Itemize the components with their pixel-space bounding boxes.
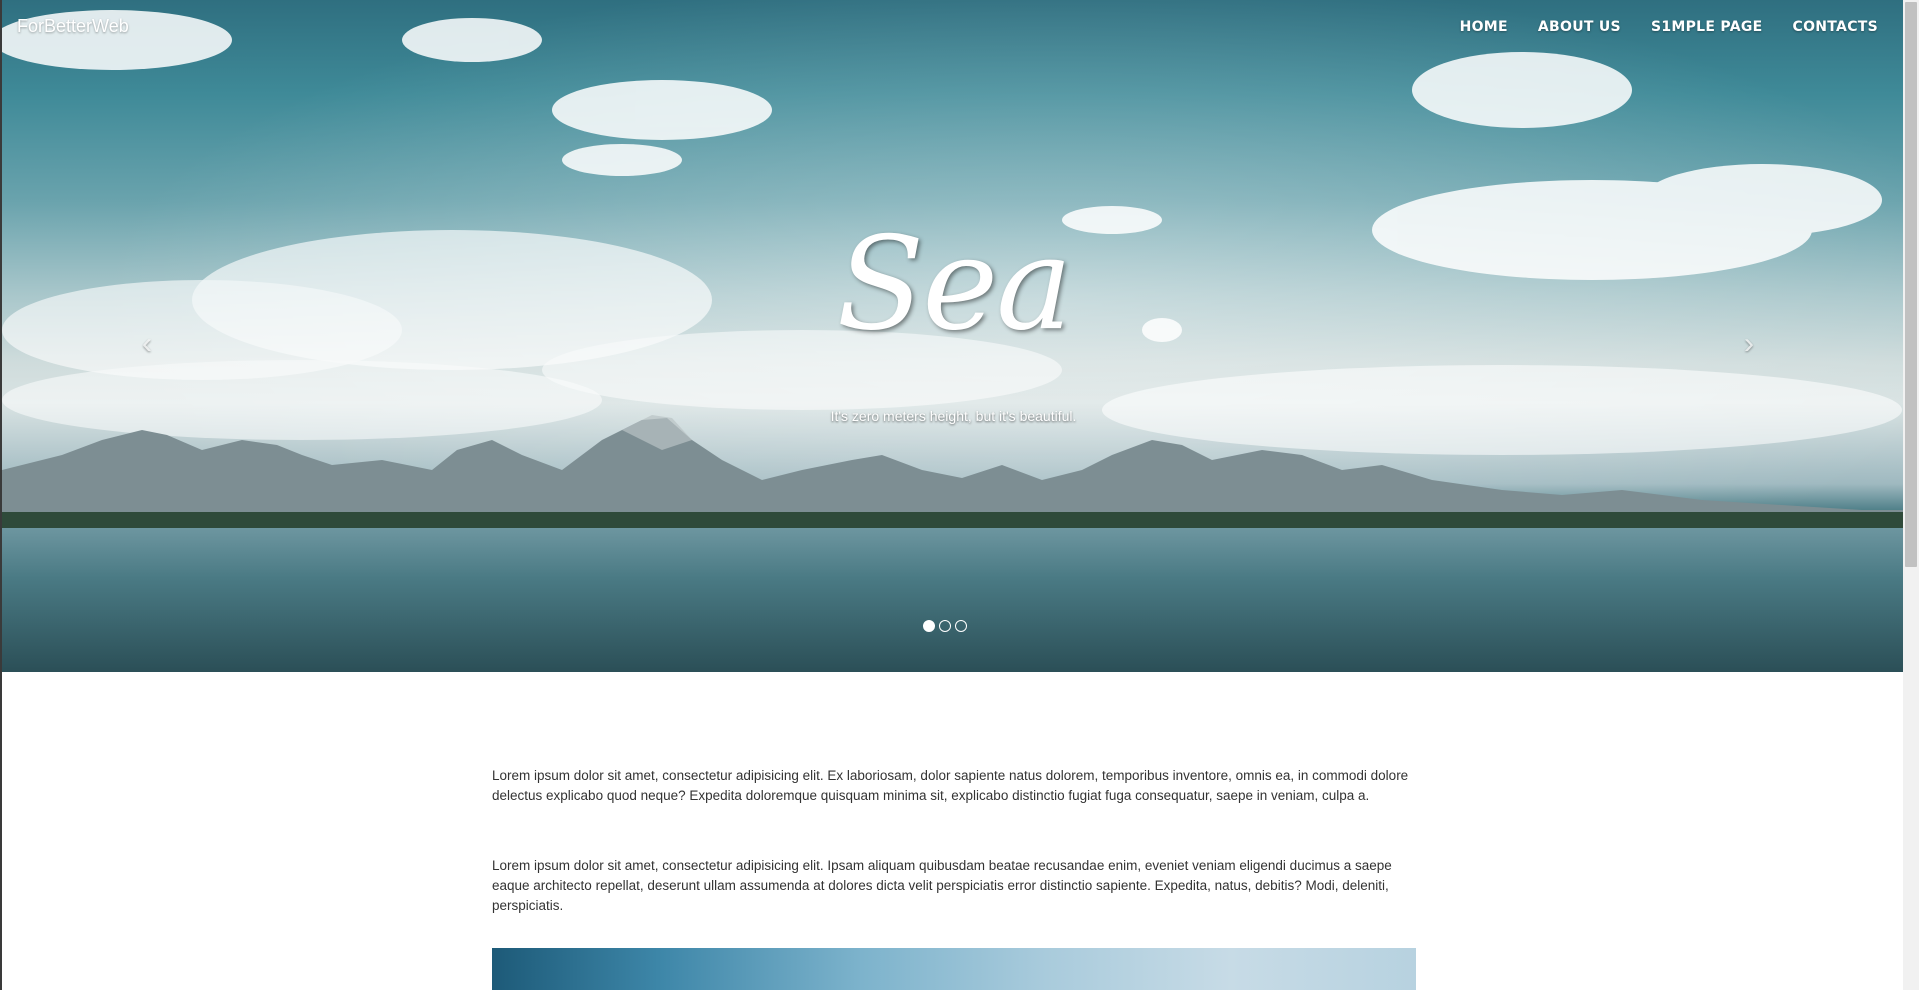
- nav-item-home[interactable]: HOME: [1445, 19, 1523, 35]
- carousel-indicators: [923, 620, 967, 632]
- brand-logo[interactable]: ForBetterWeb: [17, 16, 129, 37]
- content-section: Lorem ipsum dolor sit amet, consectetur …: [492, 766, 1416, 916]
- hero-carousel: ForBetterWeb HOME ABOUT US S1MPLE PAGE C…: [2, 0, 1903, 672]
- content-paragraph: Lorem ipsum dolor sit amet, consectetur …: [492, 858, 1392, 913]
- nav-item-contacts[interactable]: CONTACTS: [1778, 19, 1894, 35]
- page: ForBetterWeb HOME ABOUT US S1MPLE PAGE C…: [0, 0, 1903, 990]
- page-scrollbar[interactable]: [1903, 0, 1919, 990]
- slide-title: Sea: [836, 210, 1073, 359]
- main-nav: HOME ABOUT US S1MPLE PAGE CONTACTS: [1445, 19, 1893, 35]
- slide-caption: It's zero meters height, but it's beauti…: [830, 408, 1077, 424]
- content-paragraph: Lorem ipsum dolor sit amet, consectetur …: [492, 768, 1409, 803]
- nav-item-simple-page[interactable]: S1MPLE PAGE: [1636, 19, 1778, 35]
- carousel-indicator-3[interactable]: [955, 620, 967, 632]
- scrollbar-thumb[interactable]: [1905, 2, 1917, 567]
- content-image: [492, 948, 1416, 990]
- carousel-next-icon[interactable]: ›: [1744, 326, 1754, 362]
- nav-item-about-us[interactable]: ABOUT US: [1523, 19, 1636, 35]
- lake: [2, 528, 1903, 672]
- carousel-prev-icon[interactable]: ‹: [142, 326, 152, 362]
- carousel-indicator-2[interactable]: [939, 620, 951, 632]
- carousel-indicator-1[interactable]: [923, 620, 935, 632]
